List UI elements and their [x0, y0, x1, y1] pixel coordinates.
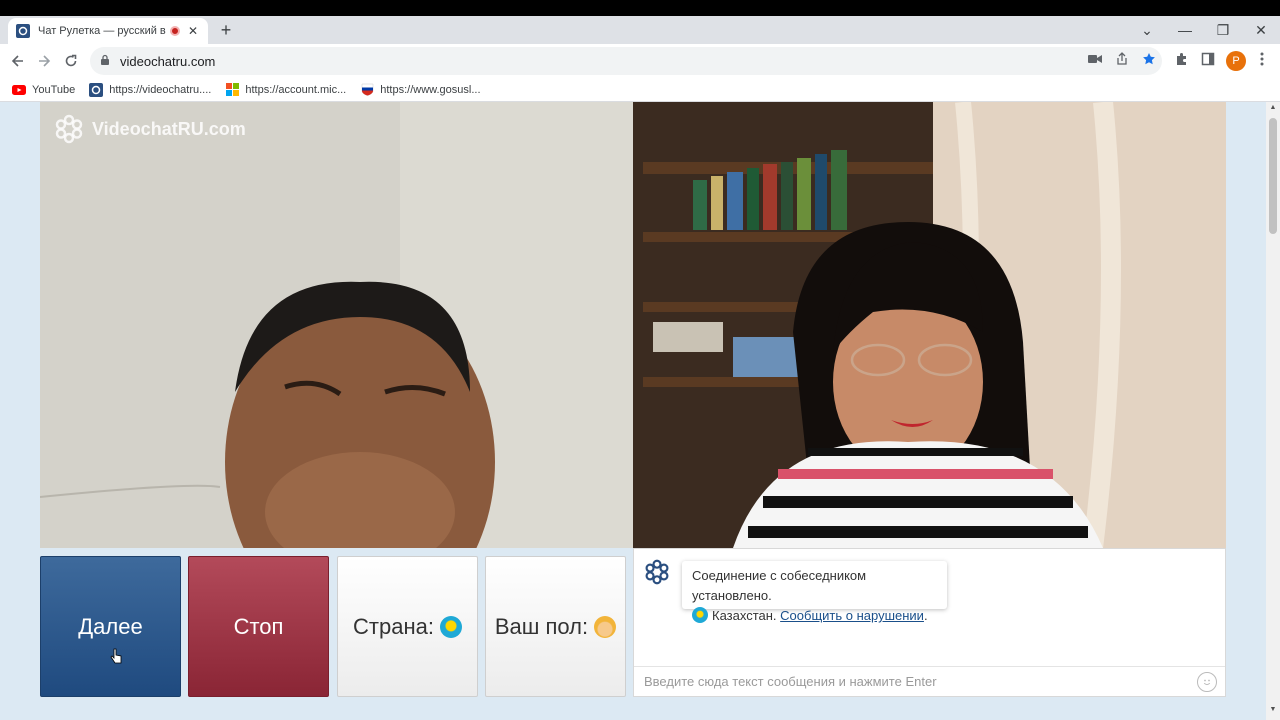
gosuslugi-icon — [360, 83, 374, 97]
remote-video — [633, 102, 1226, 548]
kazakhstan-flag-icon — [439, 615, 462, 638]
logo-text: VideochatRU.com — [92, 118, 246, 139]
share-icon[interactable] — [1112, 49, 1132, 69]
close-window-button[interactable]: ✕ — [1242, 16, 1280, 44]
system-message-bubble: Соединение с собеседником установлено. К… — [682, 561, 947, 623]
chat-message-input[interactable]: Введите сюда текст сообщения и нажмите E… — [634, 666, 1225, 696]
forward-button[interactable] — [32, 49, 56, 73]
next-button[interactable]: Далее — [40, 556, 181, 697]
bookmark-gosuslugi[interactable]: https://www.gosusl... — [360, 83, 481, 97]
bookmark-label: https://www.gosusl... — [380, 83, 481, 96]
recording-indicator-icon — [170, 26, 180, 36]
tab-title: Чат Рулетка — русский вид — [38, 25, 166, 37]
page-content: VideochatRU.com Далее Стоп Страна: Ваш п… — [0, 102, 1266, 720]
scroll-down-icon[interactable]: ▼ — [1266, 706, 1280, 718]
kazakhstan-flag-icon — [692, 607, 708, 623]
country-button-label: Страна: — [353, 613, 434, 639]
videochat-logo-icon — [55, 114, 83, 144]
chat-panel: Соединение с собеседником установлено. К… — [633, 548, 1226, 697]
reload-icon — [65, 54, 77, 67]
side-panel-icon[interactable] — [1198, 49, 1218, 69]
bookmark-label: https://videochatru.... — [109, 83, 212, 96]
tab-search-icon[interactable]: ⌄ — [1128, 16, 1166, 44]
emoji-smiley-icon[interactable] — [1197, 672, 1217, 692]
country-select-button[interactable]: Страна: — [337, 556, 478, 697]
restore-button[interactable]: ❐ — [1204, 16, 1242, 44]
forward-arrow-icon — [39, 55, 51, 67]
report-trailing: . — [923, 608, 928, 623]
stop-button[interactable]: Стоп — [188, 556, 329, 697]
reload-button[interactable] — [59, 49, 83, 73]
bookmarks-bar: YouTube https://videochatru.... https://… — [0, 78, 1280, 102]
remote-video-person — [633, 102, 1226, 548]
back-arrow-icon — [11, 55, 23, 67]
bookmark-youtube[interactable]: YouTube — [12, 83, 75, 97]
profile-avatar[interactable]: P — [1226, 51, 1246, 71]
url-text: videochatru.com — [120, 53, 216, 69]
camera-icon[interactable] — [1085, 49, 1105, 69]
page-scrollbar[interactable]: ▲ ▼ — [1266, 102, 1280, 720]
microsoft-icon — [225, 83, 239, 97]
browser-toolbar: videochatru.com P — [0, 44, 1280, 78]
videochat-icon — [89, 82, 104, 97]
bookmark-star-icon[interactable] — [1139, 49, 1159, 69]
next-button-label: Далее — [78, 613, 143, 639]
partner-country: Казахстан. — [712, 608, 777, 623]
local-video-person — [40, 102, 633, 548]
address-bar[interactable]: videochatru.com — [90, 47, 1162, 75]
browser-tab[interactable]: Чат Рулетка — русский вид ✕ — [8, 18, 208, 44]
mouse-cursor-icon — [110, 648, 122, 667]
tab-close-icon[interactable]: ✕ — [186, 24, 200, 38]
connection-message: Соединение с собеседником установлено. — [692, 568, 867, 603]
youtube-icon — [12, 83, 26, 97]
gender-select-button[interactable]: Ваш пол: — [485, 556, 626, 697]
browser-window: Чат Рулетка — русский вид ✕ + ⌄ — ❐ ✕ vi… — [0, 16, 1280, 720]
site-logo: VideochatRU.com — [54, 114, 246, 144]
browser-menu-icon[interactable] — [1252, 49, 1272, 69]
scrollbar-thumb[interactable] — [1269, 118, 1277, 234]
new-tab-button[interactable]: + — [216, 20, 236, 40]
videochat-system-icon — [644, 559, 670, 590]
local-video: VideochatRU.com — [40, 102, 633, 548]
stop-button-label: Стоп — [233, 613, 284, 639]
minimize-button[interactable]: — — [1166, 16, 1204, 44]
videochat-favicon-icon — [16, 24, 30, 38]
tab-strip: Чат Рулетка — русский вид ✕ + ⌄ — ❐ ✕ — [0, 16, 1280, 44]
bookmark-videochat[interactable]: https://videochatru.... — [89, 82, 212, 97]
scroll-up-icon[interactable]: ▲ — [1266, 104, 1280, 116]
female-face-icon — [594, 615, 617, 638]
partner-country-line: Казахстан. Сообщить о нарушении. — [692, 606, 937, 626]
bookmark-label: https://account.mic... — [245, 83, 347, 96]
bookmark-label: YouTube — [32, 83, 76, 96]
back-button[interactable] — [6, 49, 30, 73]
bookmark-microsoft[interactable]: https://account.mic... — [225, 83, 346, 97]
gender-button-label: Ваш пол: — [494, 613, 589, 639]
lock-icon — [100, 54, 110, 69]
report-violation-link[interactable]: Сообщить о нарушении — [780, 608, 924, 623]
extensions-puzzle-icon[interactable] — [1172, 49, 1192, 69]
